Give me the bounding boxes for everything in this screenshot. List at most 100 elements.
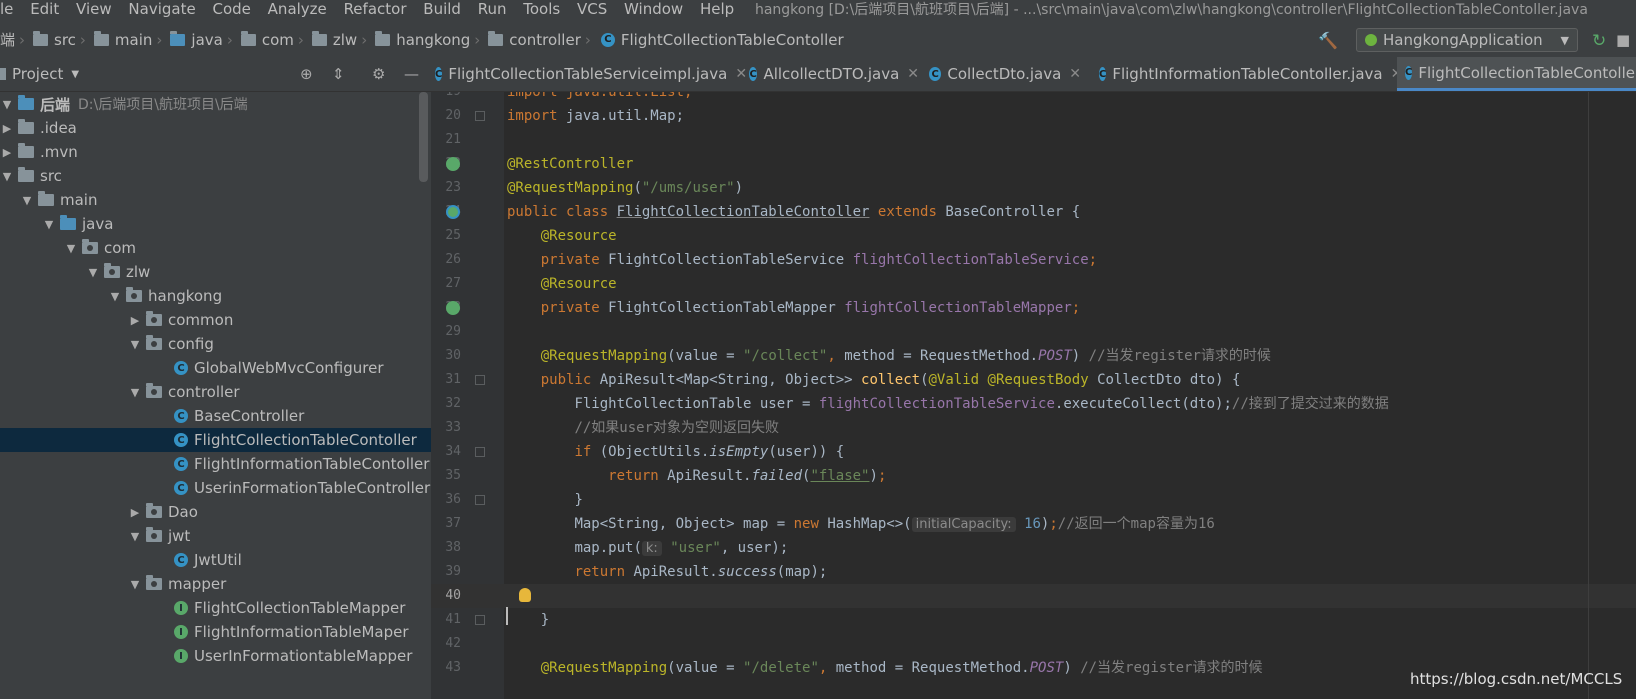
chevron-down-icon[interactable]: ▼ xyxy=(0,170,14,183)
close-icon[interactable]: ✕ xyxy=(907,66,919,82)
menu-refactor[interactable]: Refactor xyxy=(338,0,413,18)
autowire-icon[interactable] xyxy=(446,301,460,315)
collapse-all-icon[interactable]: ⇕ xyxy=(332,65,345,83)
tab-flightcollectiontableserviceimpl[interactable]: C FlightCollectionTableServiceimpl.java … xyxy=(431,57,747,91)
chevron-down-icon[interactable]: ▼ xyxy=(128,338,142,351)
breadcrumb-root[interactable]: 端 › xyxy=(0,29,27,50)
code-line-20: import java.util.Map; xyxy=(507,104,684,128)
tab-collectdto[interactable]: C CollectDto.java ✕ xyxy=(921,57,1081,91)
build-hammer-icon[interactable]: 🔨 xyxy=(1318,31,1338,50)
tree-item-jwt[interactable]: ▼ jwt xyxy=(0,524,431,548)
chevron-right-icon[interactable]: ▶ xyxy=(128,314,142,327)
chevron-right-icon[interactable]: ▶ xyxy=(0,122,14,135)
rerun-icon[interactable]: ↻ xyxy=(1592,31,1606,51)
chevron-down-icon[interactable]: ▼ xyxy=(128,386,142,399)
fold-icon[interactable] xyxy=(475,615,485,625)
spring-bean-icon[interactable] xyxy=(446,157,460,171)
chevron-down-icon[interactable]: ▼ xyxy=(128,578,142,591)
menu-window[interactable]: Window xyxy=(618,0,689,18)
menu-build[interactable]: Build xyxy=(417,0,467,18)
chevron-right-icon[interactable]: ▶ xyxy=(0,146,14,159)
fold-icon[interactable] xyxy=(475,495,485,505)
menu-view[interactable]: View xyxy=(70,0,118,18)
chevron-down-icon[interactable]: ▼ xyxy=(71,69,79,80)
menu-tools[interactable]: Tools xyxy=(517,0,566,18)
lightbulb-icon[interactable] xyxy=(519,588,531,602)
tree-item-root[interactable]: ▼ 后端 D:\后端项目\航班项目\后端 xyxy=(0,92,431,116)
breadcrumb-com[interactable]: com › xyxy=(235,30,306,49)
stop-icon[interactable]: ■ xyxy=(1616,31,1630,49)
tree-item-flightcollectiontablecontoller[interactable]: C FlightCollectionTableContoller xyxy=(0,428,431,452)
tree-item-dao[interactable]: ▶ Dao xyxy=(0,500,431,524)
menu-file[interactable]: le xyxy=(0,0,19,18)
breadcrumb-zlw[interactable]: zlw › xyxy=(306,30,369,49)
menu-vcs[interactable]: VCS xyxy=(571,0,613,18)
menu-code[interactable]: Code xyxy=(206,0,256,18)
chevron-down-icon[interactable]: ▼ xyxy=(86,266,100,279)
tree-item-mapper[interactable]: ▼ mapper xyxy=(0,572,431,596)
gear-icon[interactable]: ⚙ xyxy=(372,65,385,83)
spring-bean-icon[interactable] xyxy=(446,205,460,219)
fold-icon[interactable] xyxy=(475,375,485,385)
tree-item-userinformationtablemapper[interactable]: I UserInFormationtableMapper xyxy=(0,644,431,668)
parameter-hint: initialCapacity: xyxy=(911,517,1016,532)
chevron-down-icon[interactable]: ▼ xyxy=(128,530,142,543)
breadcrumb-java[interactable]: java › xyxy=(164,30,234,49)
tree-item-config[interactable]: ▼ config xyxy=(0,332,431,356)
fold-icon[interactable] xyxy=(475,447,485,457)
locate-icon[interactable]: ⊕ xyxy=(300,65,313,83)
tree-item-zlw[interactable]: ▼ zlw xyxy=(0,260,431,284)
line-number: 41 xyxy=(445,612,461,627)
chevron-right-icon[interactable]: ▶ xyxy=(128,506,142,519)
breadcrumb-main[interactable]: main › xyxy=(88,30,164,49)
tab-flightcollectiontablecontoller[interactable]: C FlightCollectionTableContoller.java xyxy=(1397,57,1636,91)
menu-edit[interactable]: Edit xyxy=(24,0,65,18)
menu-help[interactable]: Help xyxy=(694,0,740,18)
line-number: 19 xyxy=(431,92,461,104)
menu-navigate[interactable]: Navigate xyxy=(122,0,201,18)
tree-item-java[interactable]: ▼ java xyxy=(0,212,431,236)
code-editor[interactable]: import java.util.List; import java.util.… xyxy=(504,92,1636,699)
menu-run[interactable]: Run xyxy=(472,0,513,18)
tree-item-flightinformationtablemaper[interactable]: I FlightInformationTableMaper xyxy=(0,620,431,644)
tree-item-basecontroller[interactable]: C BaseController xyxy=(0,404,431,428)
minimize-icon[interactable]: — xyxy=(404,65,419,83)
code-text: import java.util.List; xyxy=(507,92,693,100)
breadcrumb-hangkong[interactable]: hangkong › xyxy=(369,30,482,49)
project-tree-scrollbar[interactable] xyxy=(419,92,428,182)
tree-item-globalwebmvcconfigurer[interactable]: C GlobalWebMvcConfigurer xyxy=(0,356,431,380)
tree-item-controller[interactable]: ▼ controller xyxy=(0,380,431,404)
breadcrumb-src[interactable]: src › xyxy=(27,30,88,49)
chevron-down-icon[interactable]: ▼ xyxy=(20,194,34,207)
run-configuration-select[interactable]: HangkongApplication ▼ xyxy=(1356,28,1578,52)
tab-flightinformationtablecontoller[interactable]: C FlightInformationTableContoller.java ✕ xyxy=(1091,57,1402,91)
folder-icon xyxy=(18,119,34,134)
tree-item-mvn[interactable]: ▶ .mvn xyxy=(0,140,431,164)
tree-item-common[interactable]: ▶ common xyxy=(0,308,431,332)
chevron-down-icon[interactable]: ▼ xyxy=(108,290,122,303)
menu-analyze[interactable]: Analyze xyxy=(262,0,333,18)
project-view-selector[interactable]: Project xyxy=(12,65,63,83)
tree-item-jwtutil[interactable]: C JwtUtil xyxy=(0,548,431,572)
tab-allcollectdto[interactable]: C AllcollectDTO.java ✕ xyxy=(741,57,919,91)
chevron-down-icon[interactable]: ▼ xyxy=(42,218,56,231)
tree-item-userinformationtablecontroller[interactable]: C UserinFormationTableController xyxy=(0,476,431,500)
chevron-down-icon[interactable]: ▼ xyxy=(64,242,78,255)
tree-item-flightinformationtablecontoller[interactable]: C FlightInformationTableContoller xyxy=(0,452,431,476)
package-icon xyxy=(240,30,256,46)
tree-item-src[interactable]: ▼ src xyxy=(0,164,431,188)
package-icon xyxy=(146,335,162,350)
tree-item-main[interactable]: ▼ main xyxy=(0,188,431,212)
tree-item-idea[interactable]: ▶ .idea xyxy=(0,116,431,140)
tree-item-hangkong[interactable]: ▼ hangkong xyxy=(0,284,431,308)
breadcrumb-file[interactable]: C FlightCollectionTableContoller xyxy=(593,31,844,49)
fold-icon[interactable] xyxy=(475,111,485,121)
line-number: 25 xyxy=(445,228,461,243)
tree-item-com[interactable]: ▼ com xyxy=(0,236,431,260)
chevron-down-icon[interactable]: ▼ xyxy=(0,98,14,111)
editor-gutter: 19 20 21 22 23 24 25 26 27 28 29 30 31 3… xyxy=(431,92,504,699)
code-text: Map<String, Object> map = xyxy=(574,516,794,532)
tree-item-flightcollectiontablemapper[interactable]: I FlightCollectionTableMapper xyxy=(0,596,431,620)
breadcrumb-controller[interactable]: controller › xyxy=(482,30,593,49)
close-icon[interactable]: ✕ xyxy=(1069,66,1081,82)
